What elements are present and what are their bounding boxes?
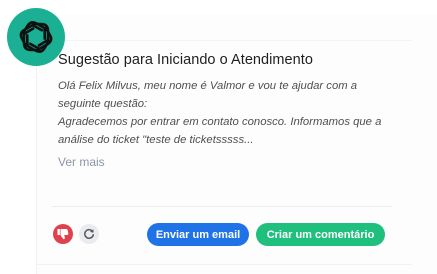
see-more-link[interactable]: Ver mais xyxy=(58,155,105,169)
card-bottom-border xyxy=(36,264,412,265)
dislike-button[interactable] xyxy=(53,224,73,244)
openai-logo-icon xyxy=(7,8,65,66)
suggestion-greeting: Olá Felix Milvus, meu nome é Valmor e vo… xyxy=(58,80,358,110)
suggestion-title: Sugestão para Iniciando o Atendimento xyxy=(58,52,313,68)
suggestion-body: Agradecemos por entrar em contato conosc… xyxy=(58,116,382,146)
refresh-button[interactable] xyxy=(79,224,99,244)
thumbs-down-icon xyxy=(57,229,69,240)
card-top-border xyxy=(36,40,412,41)
create-comment-button[interactable]: Criar um comentário xyxy=(256,223,385,246)
actions-divider xyxy=(52,206,392,207)
refresh-icon xyxy=(84,228,95,239)
send-email-button[interactable]: Enviar um email xyxy=(147,223,249,246)
